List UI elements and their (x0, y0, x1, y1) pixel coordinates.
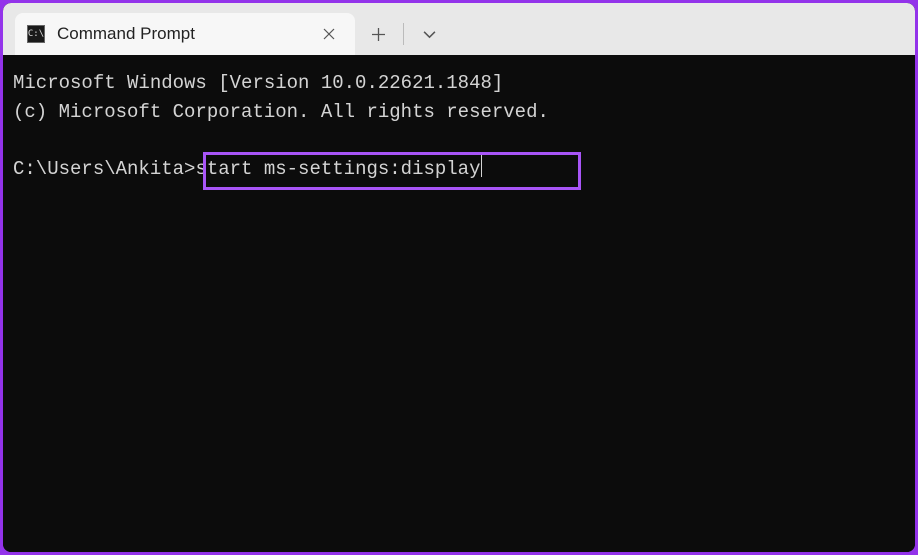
tab-title: Command Prompt (57, 24, 305, 44)
tab-dropdown-button[interactable] (406, 13, 452, 55)
text-cursor (481, 155, 482, 177)
prompt-row: C:\Users\Ankita>start ms-settings:displa… (13, 155, 905, 184)
command-prompt-window: C:\ Command Prompt (3, 3, 915, 552)
command-input[interactable]: start ms-settings:display (195, 155, 480, 184)
cmd-icon: C:\ (27, 25, 45, 43)
tab-active[interactable]: C:\ Command Prompt (15, 13, 355, 55)
titlebar: C:\ Command Prompt (3, 3, 915, 55)
copyright-line: (c) Microsoft Corporation. All rights re… (13, 98, 905, 127)
version-line: Microsoft Windows [Version 10.0.22621.18… (13, 69, 905, 98)
tab-close-button[interactable] (317, 22, 341, 46)
plus-icon (372, 28, 385, 41)
new-tab-button[interactable] (355, 13, 401, 55)
close-icon (323, 28, 335, 40)
divider (403, 23, 404, 45)
prompt-path: C:\Users\Ankita> (13, 155, 195, 184)
terminal-area[interactable]: Microsoft Windows [Version 10.0.22621.18… (3, 55, 915, 552)
chevron-down-icon (423, 28, 436, 41)
tab-actions (355, 13, 452, 55)
blank-line (13, 126, 905, 155)
